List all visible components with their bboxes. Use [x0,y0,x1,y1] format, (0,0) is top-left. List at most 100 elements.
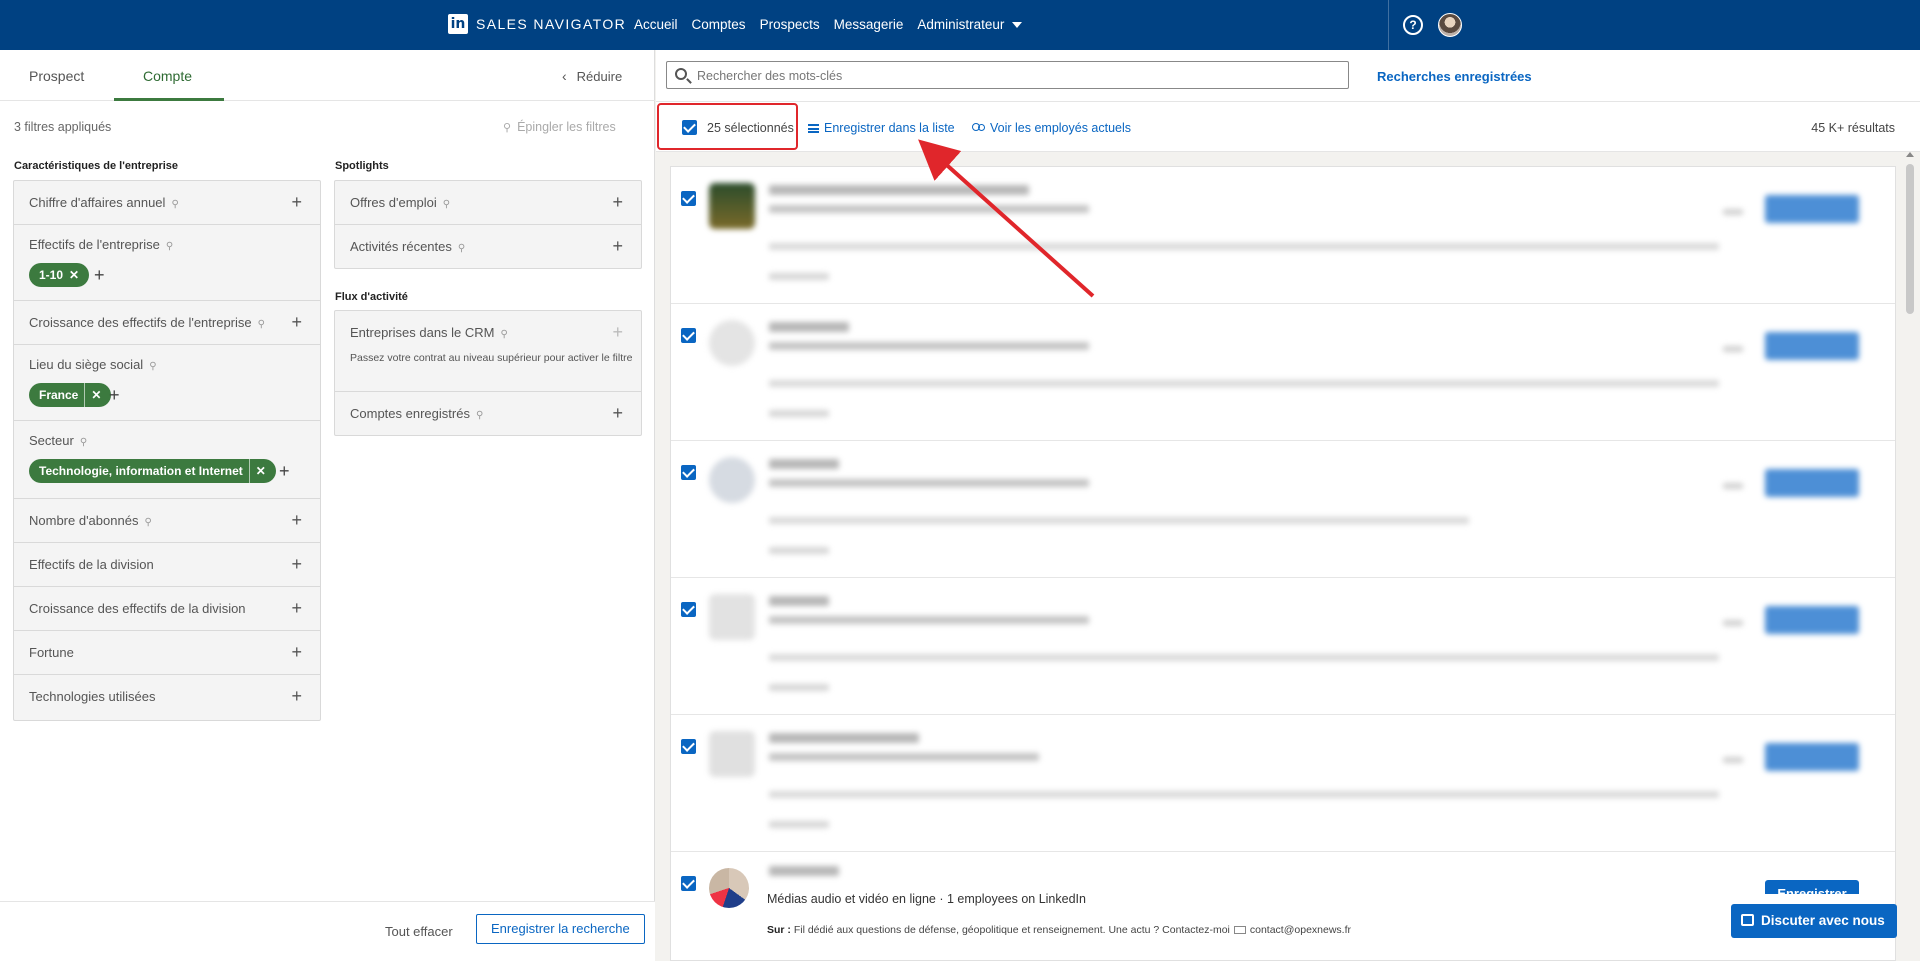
filters-applied-count: 3 filtres appliqués [14,120,112,134]
filter-row-fortune[interactable]: Fortune + [14,631,320,675]
filter-row-headcount[interactable]: Effectifs de l'entreprise ⚲ 1-10 ✕ + [14,225,320,301]
save-to-list-button[interactable]: Enregistrer dans la liste [808,121,955,135]
scroll-up-icon[interactable] [1906,152,1914,157]
filter-row-job-offers[interactable]: Offres d'emploi ⚲ + [335,181,641,225]
filters-footer: Tout effacer Enregistrer la recherche [0,901,655,961]
filter-row-technologies[interactable]: Technologies utilisées + [14,675,320,720]
active-tab-indicator [114,98,224,101]
results-count: 45 K+ résultats [1811,121,1895,135]
linkedin-icon: in [448,14,468,34]
company-description [769,243,1719,250]
filter-row-recent-activities[interactable]: Activités récentes ⚲ + [335,225,641,268]
company-logo [709,183,755,229]
filter-row-revenue[interactable]: Chiffre d'affaires annuel ⚲ + [14,181,320,225]
save-search-button[interactable]: Enregistrer la recherche [476,914,645,944]
plus-icon[interactable]: + [94,266,105,284]
remove-icon[interactable]: ✕ [248,459,266,483]
clear-all-button[interactable]: Tout effacer [385,924,453,939]
company-name [769,733,919,743]
filter-row-department-headcount[interactable]: Effectifs de la division + [14,543,320,587]
row-checkbox[interactable] [681,328,696,343]
scroll-thumb[interactable] [1906,164,1914,314]
filter-label: Comptes enregistrés ⚲ [350,406,483,421]
keyword-search-input[interactable]: Rechercher des mots-clés [666,61,1349,89]
view-current-employees-button[interactable]: Voir les employés actuels [972,121,1131,135]
plus-icon[interactable]: + [612,193,623,211]
help-icon[interactable]: ? [1403,15,1423,35]
select-all-checkbox[interactable] [682,120,697,135]
row-checkbox[interactable] [681,876,696,891]
nav-accounts[interactable]: Comptes [692,17,746,32]
remove-icon[interactable]: ✕ [84,383,101,407]
filter-row-followers[interactable]: Nombre d'abonnés ⚲ + [14,499,320,543]
filter-row-industry[interactable]: Secteur ⚲ Technologie, information et Int… [14,421,320,499]
filter-label: Effectifs de la division [29,557,154,572]
save-button[interactable] [1765,743,1859,771]
chevron-left-icon: ‹ [562,68,567,84]
row-meta [1723,209,1743,215]
row-meta [1723,620,1743,626]
list-item [671,715,1895,852]
plus-icon[interactable]: + [612,404,623,422]
plus-icon[interactable]: + [291,511,302,529]
company-subtitle: Médias audio et vidéo en ligne · 1 emplo… [767,892,1086,906]
filter-row-hq-location[interactable]: Lieu du siège social ⚲ France ✕ + [14,345,320,421]
remove-icon[interactable]: ✕ [69,263,79,287]
company-filters-box: Chiffre d'affaires annuel ⚲ + Effectifs d… [13,180,321,721]
filter-row-headcount-growth[interactable]: Croissance des effectifs de l'entreprise… [14,301,320,345]
company-description [769,380,1719,387]
company-logo [709,868,749,908]
filter-row-saved-accounts[interactable]: Comptes enregistrés ⚲ + [335,392,641,435]
row-meta [1723,757,1743,763]
plus-icon: + [612,322,623,342]
filter-label: Entreprises dans le CRM ⚲ [350,325,508,340]
pin-filters-label: Épingler les filtres [517,120,616,134]
plus-icon[interactable]: + [109,386,120,404]
plus-icon[interactable]: + [291,687,302,705]
save-button[interactable] [1765,469,1859,497]
nav-home[interactable]: Accueil [634,17,678,32]
chat-with-us-button[interactable]: Discuter avec nous [1731,904,1897,938]
company-logo [709,594,755,640]
plus-icon[interactable]: + [291,555,302,573]
scrollbar[interactable] [1906,152,1914,961]
filter-label-text: Lieu du siège social [29,357,144,372]
filter-chip-headcount[interactable]: 1-10 ✕ [29,263,90,287]
nav-admin[interactable]: Administrateur [917,17,1023,32]
chevron-down-icon [1012,22,1023,29]
tab-prospect[interactable]: Prospect [29,68,84,84]
filter-chip-industry[interactable]: Technologie, information et Internet ✕ [29,459,276,483]
plus-icon[interactable]: + [291,313,302,331]
plus-icon[interactable]: + [291,599,302,617]
reduce-button[interactable]: ‹ Réduire [562,68,622,84]
plus-icon[interactable]: + [291,193,302,211]
plus-icon[interactable]: + [279,462,290,480]
nav-leads[interactable]: Prospects [760,17,820,32]
contact-email: contact@opexnews.fr [1249,924,1351,936]
row-checkbox[interactable] [681,739,696,754]
avatar[interactable] [1438,13,1462,37]
saved-searches-link[interactable]: Recherches enregistrées [1377,69,1532,84]
pin-filters-button[interactable]: ⚲ Épingler les filtres [503,120,616,134]
save-button[interactable] [1765,606,1859,634]
pin-icon: ⚲ [503,122,512,134]
save-button[interactable] [1765,195,1859,223]
nav-admin-label: Administrateur [917,17,1005,32]
chip-label: Technologie, information et Internet [39,464,243,478]
bulk-action-bar: 25 sélectionnés Enregistrer dans la list… [656,102,1920,152]
section-title-spotlights: Spotlights [335,160,389,172]
row-checkbox[interactable] [681,602,696,617]
sales-navigator-logo[interactable]: in SALES NAVIGATOR [448,14,626,34]
plus-icon[interactable]: + [291,643,302,661]
pin-icon: ⚲ [475,410,484,421]
filter-row-department-growth[interactable]: Croissance des effectifs de la division … [14,587,320,631]
row-checkbox[interactable] [681,191,696,206]
pin-icon: ⚲ [500,329,508,340]
row-checkbox[interactable] [681,465,696,480]
tab-compte[interactable]: Compte [143,68,192,84]
filter-chip-location[interactable]: France ✕ [29,383,112,407]
filter-label-text: Offres d'emploi [350,195,437,210]
plus-icon[interactable]: + [612,237,623,255]
save-button[interactable] [1765,332,1859,360]
nav-messaging[interactable]: Messagerie [834,17,904,32]
